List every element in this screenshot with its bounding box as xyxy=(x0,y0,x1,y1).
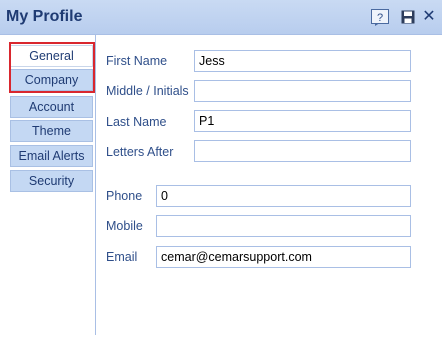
last-name-label: Last Name xyxy=(106,115,167,129)
close-icon: ✕ xyxy=(422,8,436,25)
tab-label: General xyxy=(29,49,74,63)
letters-after-label: Letters After xyxy=(106,145,174,159)
tab-security[interactable]: Security xyxy=(10,170,93,192)
help-button[interactable]: ? xyxy=(371,8,389,26)
phone-label: Phone xyxy=(106,189,143,203)
tab-email-alerts[interactable]: Email Alerts xyxy=(10,145,93,167)
first-name-label: First Name xyxy=(106,54,168,68)
mobile-label: Mobile xyxy=(106,219,143,233)
tab-label: Account xyxy=(28,100,75,114)
middle-initials-field[interactable] xyxy=(194,80,411,102)
tab-company[interactable]: Company xyxy=(10,69,93,91)
title-bar: My Profile ? ✕ xyxy=(0,0,442,35)
window-title: My Profile xyxy=(6,8,83,25)
tab-label: Security xyxy=(28,174,75,188)
tab-label: Company xyxy=(24,73,79,87)
tab-account[interactable]: Account xyxy=(10,96,93,118)
phone-field[interactable] xyxy=(156,185,411,207)
tab-label: Email Alerts xyxy=(18,149,85,163)
tab-theme[interactable]: Theme xyxy=(10,120,93,142)
email-field[interactable] xyxy=(156,246,411,268)
letters-after-field[interactable] xyxy=(194,140,411,162)
tab-general[interactable]: General xyxy=(10,45,93,67)
email-label: Email xyxy=(106,250,138,264)
help-glyph: ? xyxy=(377,12,383,24)
save-button[interactable] xyxy=(400,8,416,26)
mobile-field[interactable] xyxy=(156,215,411,237)
first-name-field[interactable] xyxy=(194,50,411,72)
middle-initials-label: Middle / Initials xyxy=(106,84,189,98)
close-button[interactable]: ✕ xyxy=(421,8,437,26)
last-name-field[interactable] xyxy=(194,110,411,132)
help-icon: ? xyxy=(371,8,389,26)
save-icon xyxy=(401,10,415,24)
tab-label: Theme xyxy=(32,124,71,138)
